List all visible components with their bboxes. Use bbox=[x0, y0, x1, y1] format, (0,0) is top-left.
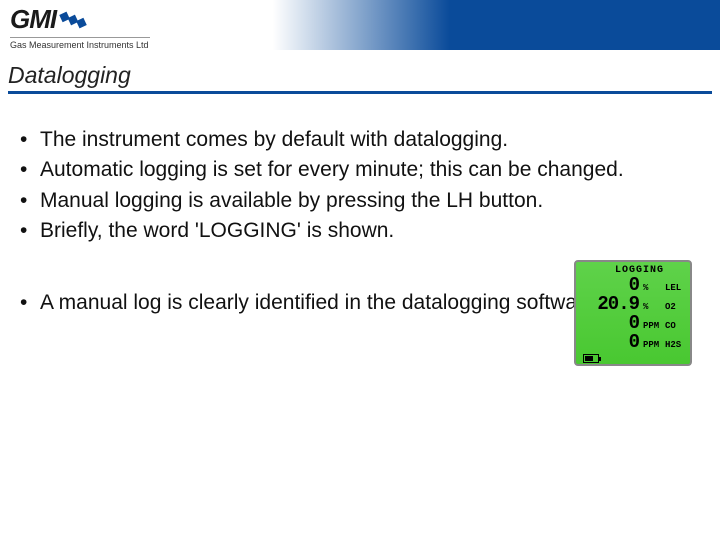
list-item: Briefly, the word 'LOGGING' is shown. bbox=[18, 217, 702, 245]
bullet-list-top: The instrument comes by default with dat… bbox=[18, 126, 702, 245]
title-underline bbox=[8, 91, 712, 94]
lcd-row: 0 % LEL bbox=[581, 274, 685, 293]
logo-tagline: Gas Measurement Instruments Ltd bbox=[10, 37, 150, 50]
lcd-row: 0 PPM H2S bbox=[581, 331, 685, 350]
header-gradient bbox=[200, 0, 720, 50]
logo-text: GMI bbox=[10, 4, 56, 35]
list-item: Automatic logging is set for every minut… bbox=[18, 156, 702, 184]
lcd-gas: O2 bbox=[665, 302, 685, 312]
logo: GMI Gas Measurement Instruments Ltd bbox=[10, 4, 150, 50]
page-title: Datalogging bbox=[8, 62, 712, 89]
list-item: Manual logging is available by pressing … bbox=[18, 187, 702, 215]
lcd-row: 20.9 % O2 bbox=[581, 293, 685, 312]
lcd-gas: H2S bbox=[665, 340, 685, 350]
lcd-unit: % bbox=[643, 283, 661, 293]
lcd-value: 0 bbox=[593, 331, 639, 353]
battery-icon bbox=[583, 354, 599, 363]
logo-chevrons-icon bbox=[60, 11, 87, 27]
lcd-unit: PPM bbox=[643, 321, 661, 331]
lcd-row: 0 PPM CO bbox=[581, 312, 685, 331]
title-row: Datalogging bbox=[0, 62, 720, 98]
slide-header: GMI Gas Measurement Instruments Ltd bbox=[0, 0, 720, 56]
lcd-gas: CO bbox=[665, 321, 685, 331]
lcd-gas: LEL bbox=[665, 283, 685, 293]
lcd-unit: PPM bbox=[643, 340, 661, 350]
list-item: The instrument comes by default with dat… bbox=[18, 126, 702, 154]
lcd-screenshot: LOGGING 0 % LEL 20.9 % O2 0 PPM CO 0 PPM… bbox=[574, 260, 692, 366]
lcd-unit: % bbox=[643, 302, 661, 312]
